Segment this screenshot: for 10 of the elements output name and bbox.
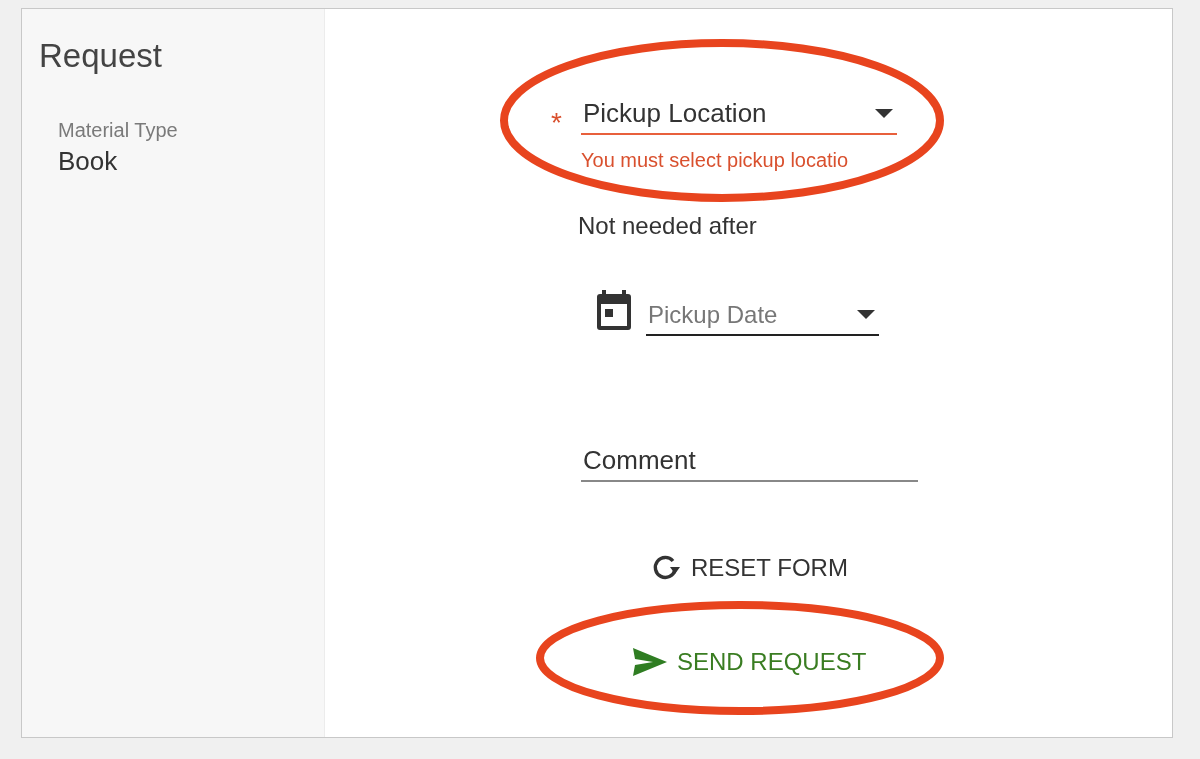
reset-form-button[interactable]: RESET FORM	[645, 550, 854, 586]
panel-title: Request	[39, 37, 162, 75]
caret-icon	[857, 310, 875, 319]
date-select[interactable]: Pickup Date	[646, 294, 879, 336]
field-value: Book	[58, 146, 118, 177]
section-label: Not needed after	[578, 212, 757, 240]
field-label: Material Type	[58, 119, 178, 142]
comment-field[interactable]: Comment	[581, 440, 918, 482]
refresh-icon	[651, 554, 681, 582]
calendar-icon	[596, 290, 632, 330]
